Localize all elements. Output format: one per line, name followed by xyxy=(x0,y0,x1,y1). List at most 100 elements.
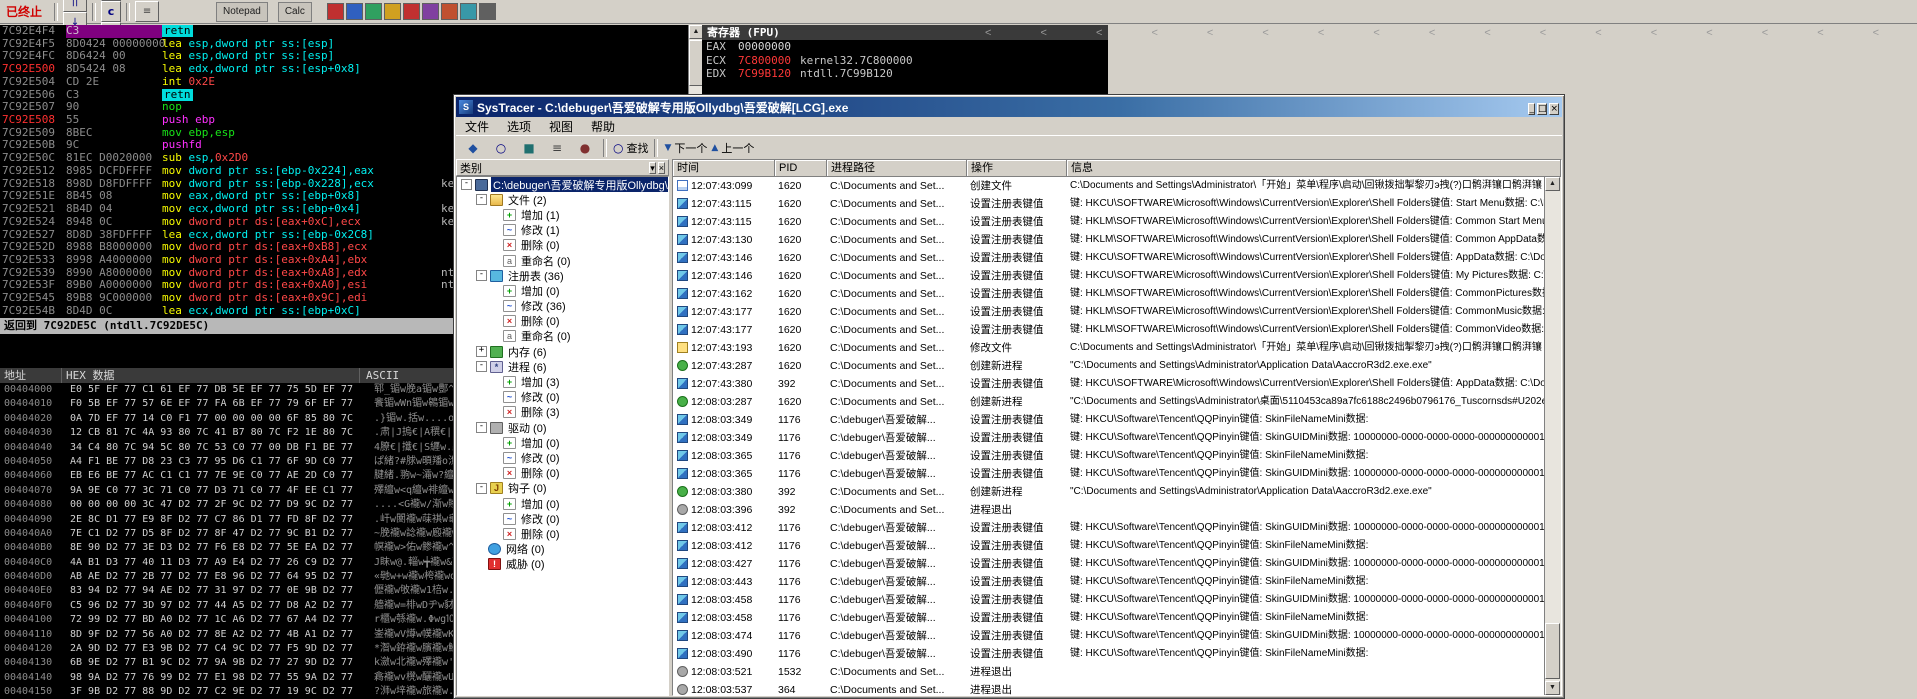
tree-item[interactable]: + 内存 (6) xyxy=(457,344,668,359)
maximize-button[interactable]: □ xyxy=(1536,103,1548,115)
tree-item[interactable]: 删除 (3) xyxy=(457,405,668,420)
event-row[interactable]: 12:07:43:177 1620 C:\Documents and Set... 设… xyxy=(673,321,1545,339)
menu-item-2[interactable]: 选项 xyxy=(498,118,540,135)
tree-item[interactable]: - 进程 (6) xyxy=(457,359,668,374)
event-row[interactable]: 12:07:43:146 1620 C:\Documents and Set... 设… xyxy=(673,249,1545,267)
tree-item[interactable]: 删除 (0) xyxy=(457,314,668,329)
event-row[interactable]: 12:08:03:521 1532 C:\Documents and Set... 进… xyxy=(673,663,1545,681)
compare-button[interactable]: ≡ xyxy=(544,137,570,159)
scrollbar-thumb[interactable] xyxy=(1545,623,1560,679)
tree-item[interactable]: 网络 (0) xyxy=(457,542,668,557)
register-row[interactable]: ECX 7C800000 kernel32.7C800000 xyxy=(702,54,1108,68)
event-row[interactable]: 12:08:03:349 1176 C:\debuger\吾爱破解... 设置注册表键… xyxy=(673,429,1545,447)
event-row[interactable]: 12:07:43:287 1620 C:\Documents and Set... 创… xyxy=(673,357,1545,375)
prev-button[interactable]: ▲ 上一个 xyxy=(710,137,755,159)
find-button[interactable]: ○ 查找 xyxy=(612,137,649,159)
scroll-down-icon[interactable]: ▼ xyxy=(1545,681,1560,695)
event-row[interactable]: 12:08:03:396 392 C:\Documents and Set... 进程… xyxy=(673,501,1545,519)
tree-expander-icon[interactable]: - xyxy=(476,270,487,282)
event-row[interactable]: 12:08:03:365 1176 C:\debuger\吾爱破解... 设置注册表键… xyxy=(673,465,1545,483)
tree-item[interactable]: 修改 (1) xyxy=(457,223,668,238)
tree-expander-icon[interactable]: - xyxy=(476,194,487,206)
scroll-up-icon[interactable]: ▲ xyxy=(1545,177,1560,191)
tree-item[interactable]: 重命名 (0) xyxy=(457,253,668,268)
event-row[interactable]: 12:07:43:099 1620 C:\Documents and Set... 创… xyxy=(673,177,1545,195)
tree-item[interactable]: 修改 (0) xyxy=(457,450,668,465)
tree-item[interactable]: - C:\debuger\吾爱破解专用版Ollydbg\吾 xyxy=(457,177,668,193)
tree-item[interactable]: 修改 (0) xyxy=(457,511,668,526)
column-header-1[interactable]: 时间 xyxy=(673,160,775,177)
event-row[interactable]: 12:08:03:537 364 C:\Documents and Set... 进程… xyxy=(673,681,1545,695)
tree-expander-icon[interactable]: - xyxy=(476,361,487,373)
tree-item[interactable]: 增加 (0) xyxy=(457,283,668,298)
window-letter-button-c[interactable]: c xyxy=(101,1,122,22)
event-row[interactable]: 12:08:03:349 1176 C:\debuger\吾爱破解... 设置注册表键… xyxy=(673,411,1545,429)
event-row[interactable]: 12:07:43:193 1620 C:\Documents and Set... 修… xyxy=(673,339,1545,357)
menu-item-1[interactable]: 文件 xyxy=(456,118,498,135)
event-grid-scrollbar[interactable]: ▲ ▼ xyxy=(1544,177,1561,695)
event-row[interactable]: 12:07:43:115 1620 C:\Documents and Set... 设… xyxy=(673,195,1545,213)
search-button[interactable]: ○ xyxy=(488,137,514,159)
tree-expander-icon[interactable]: - xyxy=(476,482,487,494)
event-row[interactable]: 12:08:03:474 1176 C:\debuger\吾爱破解... 设置注册表键… xyxy=(673,627,1545,645)
event-row[interactable]: 12:08:03:380 392 C:\Documents and Set... 创建… xyxy=(673,483,1545,501)
capture-button[interactable]: ■ xyxy=(516,137,542,159)
column-header-3[interactable]: 进程路径 xyxy=(827,160,967,177)
column-header-4[interactable]: 操作 xyxy=(967,160,1067,177)
tree-item[interactable]: 重命名 (0) xyxy=(457,329,668,344)
tree-item[interactable]: 增加 (3) xyxy=(457,374,668,389)
disasm-row[interactable]: 7C92E500 8D5424 08 lea edx,dword ptr ss:[e… xyxy=(0,62,688,76)
event-row[interactable]: 12:08:03:458 1176 C:\debuger\吾爱破解... 设置注册表键… xyxy=(673,609,1545,627)
register-row[interactable]: EAX 00000000 xyxy=(702,40,1108,54)
tree-item[interactable]: 增加 (1) xyxy=(457,207,668,222)
disasm-row[interactable]: 7C92E504 CD 2E int 0x2E xyxy=(0,75,688,89)
tree-item[interactable]: - 钩子 (0) xyxy=(457,481,668,496)
event-row[interactable]: 12:07:43:177 1620 C:\Documents and Set... 设… xyxy=(673,303,1545,321)
tree-expander-icon[interactable]: - xyxy=(461,179,472,191)
systracer-title-bar[interactable]: S SysTracer - C:\debuger\吾爱破解专用版Ollydbg\… xyxy=(456,97,1562,117)
scroll-up-icon[interactable]: ▲ xyxy=(689,25,703,39)
tree-item[interactable]: 威胁 (0) xyxy=(457,557,668,572)
tree-expander-icon[interactable]: + xyxy=(476,346,487,358)
event-row[interactable]: 12:08:03:490 1176 C:\debuger\吾爱破解... 设置注册表键… xyxy=(673,645,1545,663)
tree-item[interactable]: - 文件 (2) xyxy=(457,192,668,207)
menu-item-4[interactable]: 帮助 xyxy=(582,118,624,135)
close-panel-button[interactable]: × xyxy=(657,161,665,174)
report-button[interactable]: ● xyxy=(572,137,598,159)
tree-item[interactable]: - 驱动 (0) xyxy=(457,420,668,435)
event-row[interactable]: 12:08:03:458 1176 C:\debuger\吾爱破解... 设置注册表键… xyxy=(673,591,1545,609)
options-button[interactable]: ≡ xyxy=(135,1,160,22)
scrollbar-thumb[interactable] xyxy=(689,40,703,86)
column-header-5[interactable]: 信息 xyxy=(1067,160,1561,177)
tree-item[interactable]: 增加 (0) xyxy=(457,435,668,450)
column-header-2[interactable]: PID xyxy=(775,160,827,177)
event-row[interactable]: 12:08:03:427 1176 C:\debuger\吾爱破解... 设置注册表键… xyxy=(673,555,1545,573)
next-button[interactable]: ▼ 下一个 xyxy=(663,137,708,159)
disasm-row[interactable]: 7C92E4F4 C3 retn xyxy=(0,25,688,38)
event-row[interactable]: 12:08:03:287 1620 C:\Documents and Set... 创… xyxy=(673,393,1545,411)
register-row[interactable]: EDX 7C99B120 ntdll.7C99B120 xyxy=(702,67,1108,81)
tree-item[interactable]: 修改 (36) xyxy=(457,299,668,314)
event-row[interactable]: 12:07:43:146 1620 C:\Documents and Set... 设… xyxy=(673,267,1545,285)
event-row[interactable]: 12:08:03:412 1176 C:\debuger\吾爱破解... 设置注册表键… xyxy=(673,519,1545,537)
event-row[interactable]: 12:08:03:412 1176 C:\debuger\吾爱破解... 设置注册表键… xyxy=(673,537,1545,555)
pause-button[interactable]: || xyxy=(63,0,88,12)
tree-item[interactable]: 删除 (0) xyxy=(457,526,668,541)
event-row[interactable]: 12:07:43:130 1620 C:\Documents and Set... 设… xyxy=(673,231,1545,249)
tree-item[interactable]: 修改 (0) xyxy=(457,390,668,405)
tree-item[interactable]: 增加 (0) xyxy=(457,496,668,511)
pin-panel-button[interactable]: ▾ xyxy=(649,161,656,174)
menu-item-3[interactable]: 视图 xyxy=(540,118,582,135)
event-row[interactable]: 12:07:43:380 392 C:\Documents and Set... 设置… xyxy=(673,375,1545,393)
tree-item[interactable]: 删除 (0) xyxy=(457,466,668,481)
tree-item[interactable]: 删除 (0) xyxy=(457,238,668,253)
event-row[interactable]: 12:07:43:162 1620 C:\Documents and Set... 设… xyxy=(673,285,1545,303)
close-button[interactable]: × xyxy=(1549,103,1559,115)
snapshot-button[interactable]: ◆ xyxy=(460,137,486,159)
tree-item[interactable]: - 注册表 (36) xyxy=(457,268,668,283)
tree-expander-icon[interactable]: - xyxy=(476,422,487,434)
event-row[interactable]: 12:07:43:115 1620 C:\Documents and Set... 设… xyxy=(673,213,1545,231)
minimize-button[interactable]: _ xyxy=(1528,103,1535,115)
event-row[interactable]: 12:08:03:443 1176 C:\debuger\吾爱破解... 设置注册表键… xyxy=(673,573,1545,591)
event-row[interactable]: 12:08:03:365 1176 C:\debuger\吾爱破解... 设置注册表键… xyxy=(673,447,1545,465)
